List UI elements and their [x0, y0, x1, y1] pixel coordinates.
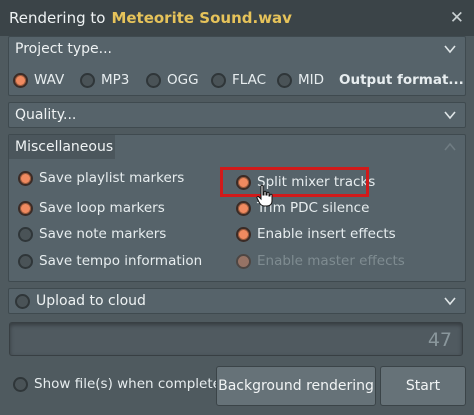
- render-progress-bar: 47: [9, 322, 463, 356]
- format-flac-label: FLAC: [232, 72, 267, 88]
- radio-icon: [146, 72, 161, 88]
- chevron-down-icon: [444, 297, 456, 306]
- show-files-label: Show file(s) when complete: [34, 376, 221, 392]
- miscellaneous-header[interactable]: Miscellaneous: [9, 135, 115, 159]
- hand-cursor-icon: [256, 184, 273, 207]
- start-label: Start: [405, 378, 441, 394]
- radio-icon: [13, 376, 28, 392]
- radio-icon: [236, 200, 251, 216]
- close-icon[interactable]: ✕: [450, 8, 464, 28]
- upload-section: Upload to cloud: [8, 288, 466, 314]
- enable-master-effects-label: Enable master effects: [257, 253, 405, 269]
- output-format-label: Output format...: [339, 72, 464, 88]
- enable-master-effects-option: Enable master effects: [236, 253, 405, 269]
- save-note-markers-option[interactable]: Save note markers: [18, 226, 166, 242]
- radio-icon: [18, 253, 33, 269]
- save-loop-markers-option[interactable]: Save loop markers: [18, 200, 165, 216]
- miscellaneous-label: Miscellaneous: [15, 139, 114, 155]
- format-ogg[interactable]: OGG: [146, 72, 199, 88]
- quality-header[interactable]: Quality...: [9, 103, 465, 127]
- radio-icon: [277, 72, 292, 88]
- save-tempo-information-label: Save tempo information: [39, 253, 203, 269]
- upload-header[interactable]: Upload to cloud: [9, 289, 465, 313]
- title-file-name: Meteorite Sound.wav: [111, 9, 292, 27]
- radio-icon: [236, 226, 251, 242]
- format-wav-label: WAV: [34, 72, 65, 88]
- format-mp3-label: MP3: [101, 72, 130, 88]
- format-mid-label: MID: [298, 72, 325, 88]
- enable-insert-effects-option[interactable]: Enable insert effects: [236, 226, 396, 242]
- enable-insert-effects-label: Enable insert effects: [257, 226, 396, 242]
- format-flac[interactable]: FLAC: [211, 72, 266, 88]
- progress-value: 47: [427, 329, 452, 351]
- format-ogg-label: OGG: [167, 72, 199, 88]
- save-playlist-markers-option[interactable]: Save playlist markers: [18, 170, 184, 186]
- radio-icon: [18, 170, 33, 186]
- chevron-down-icon: [444, 111, 456, 120]
- format-mid[interactable]: MID: [277, 72, 324, 88]
- quality-section[interactable]: Quality...: [8, 102, 466, 128]
- radio-icon: [211, 72, 226, 88]
- save-playlist-markers-label: Save playlist markers: [39, 170, 185, 186]
- quality-label: Quality...: [15, 107, 77, 123]
- save-tempo-information-option[interactable]: Save tempo information: [18, 253, 202, 269]
- project-type-header[interactable]: Project type...: [9, 37, 465, 61]
- format-mp3[interactable]: MP3: [80, 72, 129, 88]
- save-note-markers-label: Save note markers: [39, 226, 167, 242]
- radio-icon: [15, 293, 30, 309]
- save-loop-markers-label: Save loop markers: [39, 200, 165, 216]
- format-wav[interactable]: WAV: [13, 72, 64, 88]
- radio-icon: [18, 226, 33, 242]
- upload-label: Upload to cloud: [36, 293, 146, 309]
- chevron-down-icon: [444, 45, 456, 54]
- show-files-option[interactable]: Show file(s) when complete: [13, 376, 221, 392]
- radio-icon: [13, 72, 28, 88]
- chevron-up-icon[interactable]: [443, 140, 457, 154]
- radio-icon: [80, 72, 95, 88]
- radio-icon: [18, 200, 33, 216]
- background-rendering-button[interactable]: Background rendering: [216, 366, 376, 406]
- output-format-dropdown[interactable]: Output format...: [339, 72, 464, 88]
- background-rendering-label: Background rendering: [218, 378, 374, 394]
- title-prefix: Rendering to: [9, 9, 106, 27]
- project-type-label: Project type...: [15, 41, 112, 57]
- start-button[interactable]: Start: [380, 366, 466, 406]
- radio-icon: [236, 174, 251, 190]
- radio-icon: [236, 253, 251, 269]
- title-bar: Rendering to Meteorite Sound.wav: [0, 0, 474, 36]
